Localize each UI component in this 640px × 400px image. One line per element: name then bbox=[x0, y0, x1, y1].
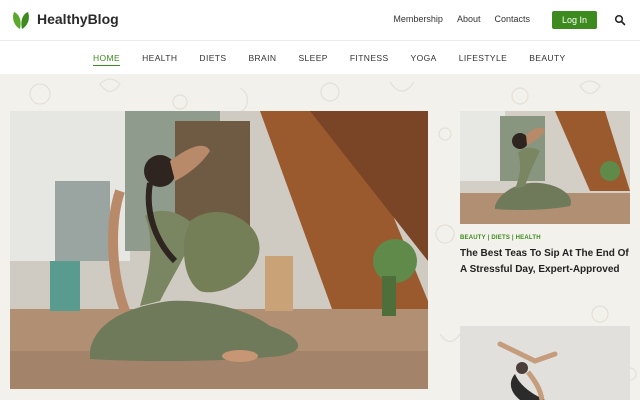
side-article-image[interactable] bbox=[460, 111, 630, 224]
side-article-tags[interactable]: BEAUTY | DIETS | HEALTH bbox=[460, 235, 541, 241]
top-link-contacts[interactable]: Contacts bbox=[494, 14, 530, 24]
top-link-about[interactable]: About bbox=[457, 14, 481, 24]
nav-item-sleep[interactable]: SLEEP bbox=[298, 53, 327, 66]
hero-image[interactable] bbox=[10, 111, 428, 389]
nav-item-health[interactable]: HEALTH bbox=[142, 53, 177, 66]
leaf-icon[interactable] bbox=[12, 10, 30, 30]
nav-item-yoga[interactable]: YOGA bbox=[411, 53, 437, 66]
top-link-membership[interactable]: Membership bbox=[393, 14, 443, 24]
brand-name[interactable]: HealthyBlog bbox=[37, 11, 119, 27]
search-icon[interactable] bbox=[614, 14, 626, 26]
second-article-image[interactable] bbox=[460, 326, 630, 400]
side-article-title[interactable]: The Best Teas To Sip At The End Of A Str… bbox=[460, 246, 635, 278]
top-bar: HealthyBlog Membership About Contacts Lo… bbox=[0, 0, 640, 40]
nav-item-lifestyle[interactable]: LIFESTYLE bbox=[459, 53, 507, 66]
nav-item-home[interactable]: HOME bbox=[93, 53, 121, 66]
top-links: Membership About Contacts bbox=[393, 14, 530, 24]
nav-item-fitness[interactable]: FITNESS bbox=[350, 53, 389, 66]
nav-item-diets[interactable]: DIETS bbox=[199, 53, 226, 66]
nav-item-beauty[interactable]: BEAUTY bbox=[529, 53, 565, 66]
nav-item-brain[interactable]: BRAIN bbox=[248, 53, 276, 66]
login-button[interactable]: Log In bbox=[552, 11, 597, 29]
category-nav: HOME HEALTH DIETS BRAIN SLEEP FITNESS YO… bbox=[0, 40, 640, 74]
